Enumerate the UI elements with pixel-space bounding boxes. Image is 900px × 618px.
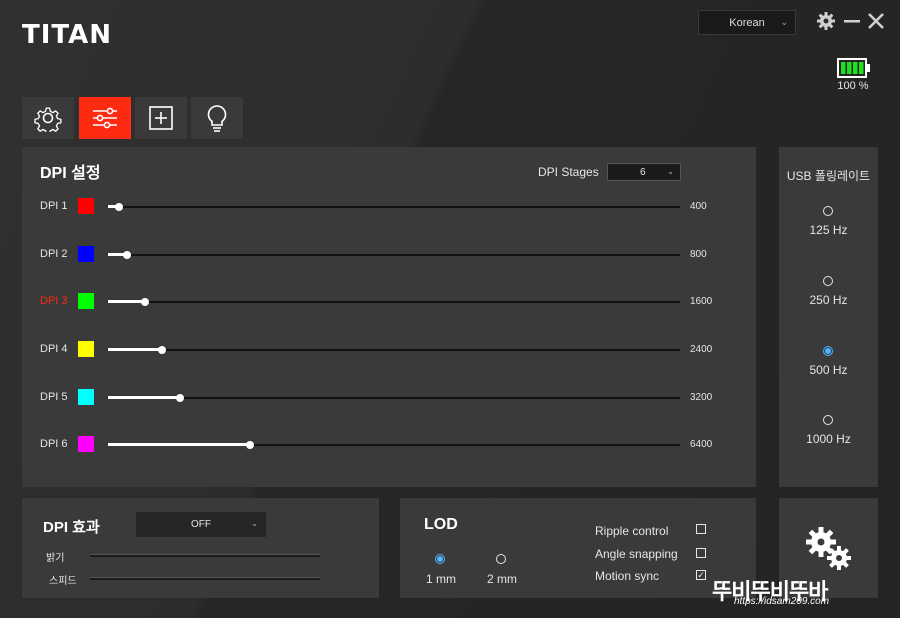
usb-rate-label: 250 Hz — [809, 293, 848, 307]
tab-macro[interactable] — [135, 97, 187, 139]
usb-rate-label: 500 Hz — [809, 363, 848, 377]
dpi-slider-fill — [108, 300, 146, 303]
dpi-color-swatch[interactable] — [78, 246, 94, 262]
dpi-label[interactable]: DPI 5 — [40, 391, 68, 403]
watermark-url: https://idsam209.com — [734, 596, 830, 607]
lod-1mm-label: 1 mm — [426, 572, 456, 586]
titan-logo: TITAN — [22, 20, 113, 50]
ripple-control-label: Ripple control — [595, 524, 669, 538]
tab-lighting[interactable] — [191, 97, 243, 139]
usb-rate-radio[interactable] — [823, 346, 833, 356]
dpi-slider-handle[interactable] — [141, 298, 150, 306]
dpi-row: DPI 4 2400 — [22, 340, 778, 360]
dpi-color-swatch[interactable] — [78, 341, 94, 357]
dpi-slider[interactable] — [108, 298, 680, 306]
tab-dpi-sliders[interactable] — [79, 97, 131, 139]
dpi-row: DPI 5 3200 — [22, 388, 778, 408]
watermark: 뚜비뚜비뚜바 https://idsam209.com — [704, 574, 894, 614]
dpi-row: DPI 2 800 — [22, 245, 778, 265]
dpi-stages-select[interactable]: 6 ⌄ — [607, 163, 681, 181]
speed-slider[interactable] — [90, 577, 320, 580]
angle-snapping-label: Angle snapping — [595, 547, 678, 561]
usb-rate-radio[interactable] — [823, 206, 833, 216]
dpi-slider[interactable] — [108, 251, 680, 259]
app-window: TITAN Korean ⌄ 100 % DPI 설정 DPI Stages 6… — [0, 0, 900, 618]
usb-polling-title: USB 폴링레이트 — [786, 169, 871, 183]
usb-rate-radio[interactable] — [823, 276, 833, 286]
dpi-slider[interactable] — [108, 394, 680, 402]
dpi-label[interactable]: DPI 3 — [40, 295, 68, 307]
chevron-down-icon: ⌄ — [251, 519, 258, 528]
lod-2mm-label: 2 mm — [487, 572, 517, 586]
minimize-icon[interactable] — [842, 11, 862, 31]
language-value: Korean — [729, 16, 765, 29]
battery-percent: 100 % — [837, 80, 869, 92]
dpi-slider[interactable] — [108, 203, 680, 211]
dpi-effect-title: DPI 효과 — [43, 519, 100, 536]
brightness-slider[interactable] — [90, 554, 320, 557]
dpi-color-swatch[interactable] — [78, 389, 94, 405]
language-select[interactable]: Korean ⌄ — [698, 10, 796, 35]
dpi-stages-value: 6 — [640, 166, 646, 178]
dpi-value: 400 — [690, 201, 707, 212]
dpi-slider-handle[interactable] — [122, 251, 131, 259]
ripple-control-checkbox[interactable] — [696, 524, 706, 534]
tab-settings[interactable] — [22, 97, 74, 139]
dpi-label[interactable]: DPI 2 — [40, 248, 68, 260]
motion-sync-label: Motion sync — [595, 569, 660, 583]
lod-title: LOD — [424, 516, 458, 533]
dpi-label[interactable]: DPI 6 — [40, 438, 68, 450]
chevron-down-icon: ⌄ — [667, 167, 674, 176]
dpi-value: 1600 — [690, 296, 713, 307]
dpi-row: DPI 3 1600 — [22, 292, 778, 312]
dpi-effect-panel: DPI 효과 OFF ⌄ 밝기 스피드 — [22, 498, 379, 598]
gear-icon — [34, 107, 62, 132]
gears-icon — [806, 527, 851, 570]
dpi-slider-fill — [108, 396, 180, 399]
lod-1mm-radio[interactable] — [435, 554, 445, 564]
battery-icon — [837, 58, 871, 78]
angle-snapping-checkbox[interactable] — [696, 548, 706, 558]
dpi-row: DPI 1 400 — [22, 197, 778, 217]
sliders-icon — [93, 107, 117, 129]
dpi-value: 800 — [690, 249, 707, 260]
dpi-stages-label: DPI Stages — [538, 165, 599, 179]
close-icon[interactable] — [866, 11, 886, 31]
usb-rate-radio[interactable] — [823, 415, 833, 425]
lod-2mm-radio[interactable] — [496, 554, 506, 564]
dpi-settings-title: DPI 설정 — [40, 165, 101, 182]
dpi-slider[interactable] — [108, 346, 680, 354]
dpi-settings-panel: DPI 설정 DPI Stages 6 ⌄ DPI 1 400 DPI 2 800 DP… — [22, 147, 756, 487]
dpi-slider-handle[interactable] — [158, 346, 167, 354]
settings-gear-icon[interactable] — [816, 11, 836, 31]
dpi-slider-fill — [108, 348, 163, 351]
dpi-color-swatch[interactable] — [78, 436, 94, 452]
dpi-slider[interactable] — [108, 441, 680, 449]
dpi-slider-handle[interactable] — [175, 394, 184, 402]
chevron-down-icon: ⌄ — [780, 17, 788, 27]
dpi-value: 3200 — [690, 392, 713, 403]
usb-polling-panel: USB 폴링레이트 125 Hz 250 Hz 500 Hz 1000 Hz — [779, 147, 878, 487]
dpi-value: 6400 — [690, 439, 713, 450]
dpi-label[interactable]: DPI 4 — [40, 343, 68, 355]
dpi-value: 2400 — [690, 344, 713, 355]
dpi-slider-handle[interactable] — [115, 203, 124, 211]
dpi-row: DPI 6 6400 — [22, 435, 778, 455]
dpi-color-swatch[interactable] — [78, 198, 94, 214]
dpi-effect-select[interactable]: OFF ⌄ — [136, 512, 266, 537]
lightbulb-icon — [207, 105, 227, 132]
speed-label: 스피드 — [49, 576, 77, 587]
macro-plus-icon — [149, 106, 173, 130]
usb-rate-label: 1000 Hz — [806, 432, 851, 446]
brightness-label: 밝기 — [46, 553, 65, 564]
dpi-slider-fill — [108, 443, 250, 446]
dpi-label[interactable]: DPI 1 — [40, 200, 68, 212]
usb-rate-label: 125 Hz — [809, 223, 848, 237]
dpi-color-swatch[interactable] — [78, 293, 94, 309]
dpi-slider-handle[interactable] — [245, 441, 254, 449]
lod-panel: LOD 1 mm 2 mm Ripple control Angle snapp… — [400, 498, 756, 598]
dpi-effect-value: OFF — [191, 519, 211, 530]
